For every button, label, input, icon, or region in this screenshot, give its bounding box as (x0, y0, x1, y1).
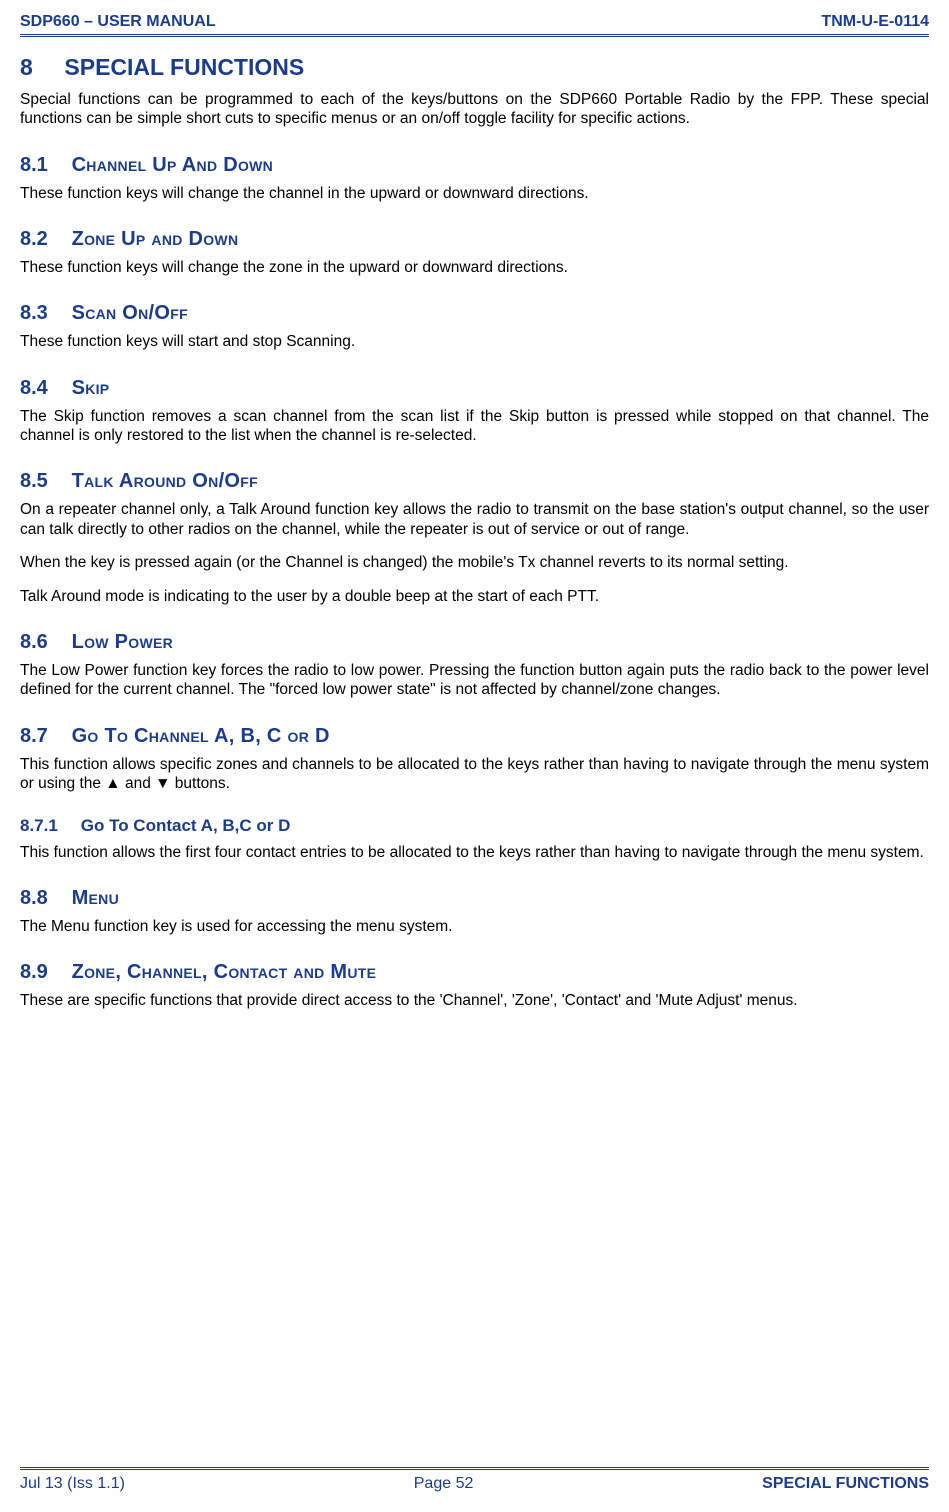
heading-8-6: 8.6 Low Power (20, 630, 929, 655)
heading-8-4-title: Skip (72, 377, 110, 399)
section-8-7-1-body: This function allows the first four cont… (20, 843, 929, 862)
page-footer: Jul 13 (Iss 1.1) Page 52 SPECIAL FUNCTIO… (20, 1474, 929, 1512)
heading-8-8-title: Menu (72, 887, 119, 909)
heading-8-6-num: 8.6 (20, 630, 66, 655)
section-8-8-body: The Menu function key is used for access… (20, 917, 929, 936)
heading-8-7-title: Go To Channel A, B, C or D (72, 725, 330, 747)
header-rule (20, 34, 929, 37)
section-8-5-p1: On a repeater channel only, a Talk Aroun… (20, 500, 929, 539)
section-8-4-body: The Skip function removes a scan channel… (20, 407, 929, 446)
heading-8-6-title: Low Power (72, 631, 173, 653)
heading-8-5-num: 8.5 (20, 469, 66, 494)
heading-8-1-num: 8.1 (20, 153, 66, 178)
heading-8-3: 8.3 Scan On/Off (20, 301, 929, 326)
section-8-intro: Special functions can be programmed to e… (20, 90, 929, 129)
heading-8-7-num: 8.7 (20, 724, 66, 749)
heading-8-2-title: Zone Up and Down (72, 228, 239, 250)
page: SDP660 – USER MANUAL TNM-U-E-0114 8 SPEC… (0, 0, 949, 1512)
footer-rule (20, 1467, 929, 1470)
heading-8: 8 SPECIAL FUNCTIONS (20, 53, 929, 82)
footer-center: Page 52 (414, 1474, 474, 1494)
heading-8-1-title: Channel Up And Down (72, 154, 274, 176)
heading-8-7-1-num: 8.7.1 (20, 815, 76, 836)
heading-8-7: 8.7 Go To Channel A, B, C or D (20, 724, 929, 749)
heading-8-9-title: Zone, Channel, Contact and Mute (72, 961, 377, 983)
heading-8-5: 8.5 Talk Around On/Off (20, 469, 929, 494)
heading-8-3-title: Scan On/Off (72, 302, 188, 324)
heading-8-2: 8.2 Zone Up and Down (20, 227, 929, 252)
heading-8-7-1: 8.7.1 Go To Contact A, B,C or D (20, 815, 929, 836)
heading-8-9-num: 8.9 (20, 960, 66, 985)
section-8-2-body: These function keys will change the zone… (20, 258, 929, 277)
section-8-3-body: These function keys will start and stop … (20, 332, 929, 351)
heading-8-4: 8.4 Skip (20, 376, 929, 401)
footer-left: Jul 13 (Iss 1.1) (20, 1474, 125, 1494)
heading-8-2-num: 8.2 (20, 227, 66, 252)
heading-8-7-1-title: Go To Contact A, B,C or D (81, 816, 291, 835)
heading-8-3-num: 8.3 (20, 301, 66, 326)
heading-8-1: 8.1 Channel Up And Down (20, 153, 929, 178)
heading-8-4-num: 8.4 (20, 376, 66, 401)
header-right: TNM-U-E-0114 (821, 12, 929, 32)
heading-8-8-num: 8.8 (20, 886, 66, 911)
page-footer-wrap: Jul 13 (Iss 1.1) Page 52 SPECIAL FUNCTIO… (20, 1437, 929, 1512)
heading-8-title: SPECIAL FUNCTIONS (64, 54, 304, 80)
section-8-7-body: This function allows specific zones and … (20, 755, 929, 794)
heading-8-5-title: Talk Around On/Off (72, 470, 258, 492)
section-8-1-body: These function keys will change the chan… (20, 184, 929, 203)
page-header: SDP660 – USER MANUAL TNM-U-E-0114 (20, 12, 929, 34)
footer-right: SPECIAL FUNCTIONS (762, 1474, 929, 1494)
header-left: SDP660 – USER MANUAL (20, 12, 216, 32)
heading-8-num: 8 (20, 53, 58, 82)
section-8-9-body: These are specific functions that provid… (20, 991, 929, 1010)
section-8-6-body: The Low Power function key forces the ra… (20, 661, 929, 700)
section-8-5-p2: When the key is pressed again (or the Ch… (20, 553, 929, 572)
heading-8-8: 8.8 Menu (20, 886, 929, 911)
section-8-5-p3: Talk Around mode is indicating to the us… (20, 587, 929, 606)
heading-8-9: 8.9 Zone, Channel, Contact and Mute (20, 960, 929, 985)
